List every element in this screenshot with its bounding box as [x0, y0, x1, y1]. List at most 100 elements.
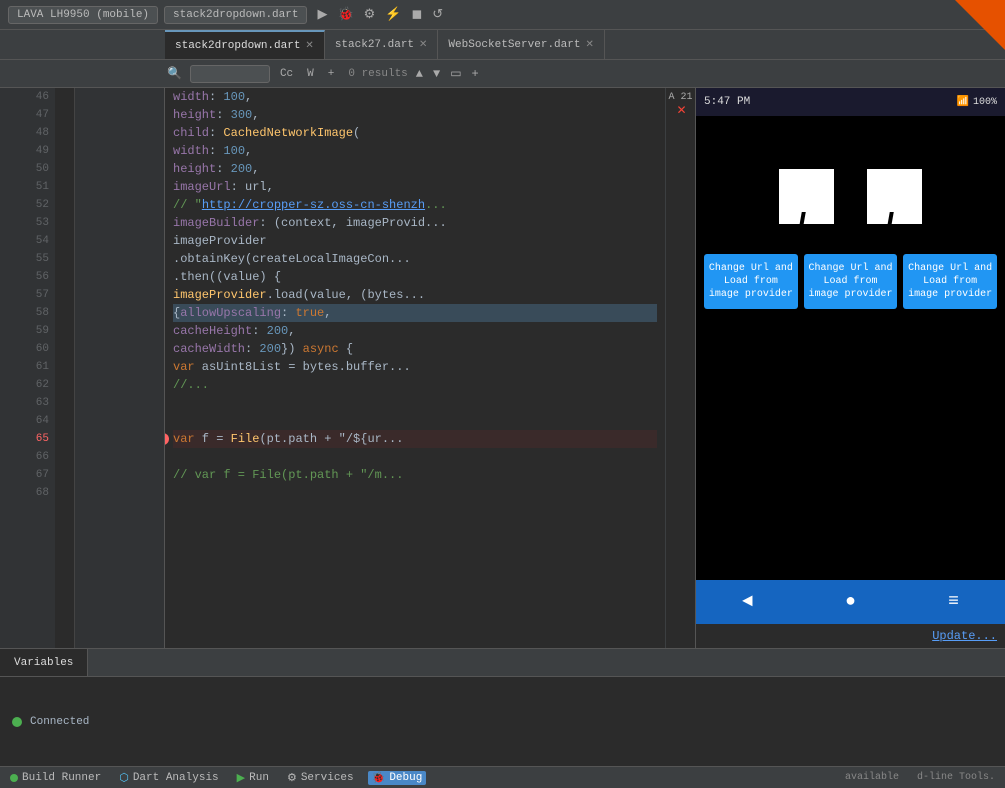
bottom-panel: Variables Connected — [0, 648, 1005, 766]
code-line-59: cacheHeight: 200, — [173, 322, 657, 340]
bottom-tab-bar: Variables — [0, 649, 1005, 677]
code-line-51: imageUrl: url, — [173, 178, 657, 196]
more-icon[interactable]: + — [470, 65, 481, 83]
line-num-55: 55 — [20, 250, 49, 268]
line-num-48: 48 — [20, 124, 49, 142]
lightning-icon[interactable]: ⚡ — [383, 5, 403, 24]
line-num-63: 63 — [20, 394, 49, 412]
code-line-56: .then((value) { — [173, 268, 657, 286]
nav-home-button[interactable]: ● — [829, 586, 872, 618]
status-run[interactable]: ▶ Run — [233, 771, 273, 785]
code-line-58: {allowUpscaling: true, — [173, 304, 657, 322]
line-num-66: 66 — [20, 448, 49, 466]
update-bar: Update... — [696, 624, 1005, 648]
phone-status-bar: 5:47 PM 📶 100% — [696, 88, 1005, 116]
line-num-65: 65 — [20, 430, 49, 448]
refresh-icon[interactable]: ↺ — [430, 5, 445, 24]
tab-close-stack2dropdown[interactable]: ✕ — [305, 40, 313, 52]
phone-image-row — [696, 146, 1005, 246]
search-results: 0 results — [348, 68, 407, 80]
status-debug-label: Debug — [389, 772, 422, 784]
status-build-runner-label: Build Runner — [22, 772, 101, 784]
word-icon[interactable]: W — [303, 66, 318, 82]
phone-screen: Change Url and Load from image provider … — [696, 116, 1005, 580]
corner-badge — [955, 0, 1005, 50]
toolbar-icons: ▶ 🐞 ⚙ ⚡ ◼ ↺ — [315, 5, 445, 24]
update-link[interactable]: Update... — [932, 629, 997, 643]
status-services[interactable]: ⚙ Services — [283, 771, 358, 785]
phone-image-1 — [767, 156, 847, 236]
bottom-content: Connected — [0, 677, 1005, 766]
main-area: 46 47 48 49 50 51 52 53 54 55 56 57 58 5… — [0, 88, 1005, 648]
code-line-67: // var f = File(pt.path + "/m... — [173, 466, 657, 484]
code-line-49: width: 100, — [173, 142, 657, 160]
file-tab-top[interactable]: stack2dropdown.dart — [164, 6, 307, 24]
tab-label-stack27: stack27.dart — [335, 39, 414, 51]
status-services-label: Services — [301, 772, 354, 784]
phone-wifi-icon: 📶 — [957, 96, 969, 108]
code-line-60: cacheWidth: 200}) async { — [173, 340, 657, 358]
line-num-54: 54 — [20, 232, 49, 250]
stop-icon[interactable]: ◼ — [409, 5, 424, 24]
status-build-runner[interactable]: Build Runner — [6, 772, 105, 784]
code-line-64 — [173, 412, 657, 430]
status-dart-analysis[interactable]: ⬡ Dart Analysis — [115, 771, 222, 785]
code-line-65: var f = File(pt.path + "/${ur... — [173, 430, 657, 448]
tab-close-websocket[interactable]: ✕ — [585, 39, 593, 51]
white-square-2 — [867, 169, 922, 224]
tab-close-stack27[interactable]: ✕ — [419, 39, 427, 51]
tab-websocket[interactable]: WebSocketServer.dart ✕ — [438, 30, 604, 59]
tab-stack27[interactable]: stack27.dart ✕ — [325, 30, 439, 59]
code-line-66 — [173, 448, 657, 466]
code-line-61: var asUint8List = bytes.buffer... — [173, 358, 657, 376]
line-num-67: 67 — [20, 466, 49, 484]
tab-label-stack2dropdown: stack2dropdown.dart — [175, 40, 300, 52]
status-bar: Build Runner ⬡ Dart Analysis ▶ Run ⚙ Ser… — [0, 766, 1005, 788]
replace-icon[interactable]: Cc — [276, 66, 297, 82]
code-line-68 — [173, 484, 657, 502]
code-line-47: height: 300, — [173, 106, 657, 124]
extra-icon[interactable]: + — [324, 66, 339, 82]
prev-result-icon[interactable]: ▲ — [414, 65, 425, 83]
status-dart-analysis-label: Dart Analysis — [133, 772, 219, 784]
code-line-57: imageProvider.load(value, (bytes... — [173, 286, 657, 304]
line-num-53: 53 — [20, 214, 49, 232]
tab-label-websocket: WebSocketServer.dart — [448, 39, 580, 51]
line-num-60: 60 — [20, 340, 49, 358]
phone-action-buttons: Change Url and Load from image provider … — [696, 246, 1005, 317]
line-num-61: 61 — [20, 358, 49, 376]
tab-bar: stack2dropdown.dart ✕ stack27.dart ✕ Web… — [0, 30, 1005, 60]
phone-panel: 5:47 PM 📶 100% — [695, 88, 1005, 648]
code-line-48: child: CachedNetworkImage( — [173, 124, 657, 142]
search-input[interactable] — [190, 65, 270, 83]
phone-battery: 100% — [973, 97, 997, 108]
find-icon[interactable]: 🔍 — [165, 64, 184, 83]
phone-image-2 — [855, 156, 935, 236]
next-result-icon[interactable]: ▼ — [431, 65, 442, 83]
nav-back-button[interactable]: ◄ — [726, 586, 769, 618]
code-line-62: //... — [173, 376, 657, 394]
status-debug[interactable]: 🐞 Debug — [368, 771, 427, 785]
code-panel: 46 47 48 49 50 51 52 53 54 55 56 57 58 5… — [0, 88, 695, 648]
dart-icon: ⬡ — [119, 771, 129, 785]
run-icon[interactable]: ▶ — [315, 5, 329, 24]
close-search-icon[interactable]: ▭ — [448, 64, 463, 83]
image-container-1 — [772, 156, 842, 236]
tab-stack2dropdown[interactable]: stack2dropdown.dart ✕ — [165, 30, 325, 59]
change-url-button-1[interactable]: Change Url and Load from image provider — [704, 254, 798, 309]
device-selector[interactable]: LAVA LH9950 (mobile) — [8, 6, 158, 24]
code-editor[interactable]: width: 100, height: 300, child: CachedNe… — [165, 88, 665, 648]
nav-menu-button[interactable]: ≡ — [932, 586, 975, 618]
change-url-button-2[interactable]: Change Url and Load from image provider — [804, 254, 898, 309]
line-num-49: 49 — [20, 142, 49, 160]
tab-variables[interactable]: Variables — [0, 649, 88, 676]
debug-icon[interactable]: 🐞 — [335, 5, 355, 24]
line-num-56: 56 — [20, 268, 49, 286]
change-url-button-3[interactable]: Change Url and Load from image provider — [903, 254, 997, 309]
line-num-62: 62 — [20, 376, 49, 394]
settings-icon[interactable]: ⚙ — [362, 5, 378, 24]
code-line-54: imageProvider — [173, 232, 657, 250]
code-line-53: imageBuilder: (context, imageProvid... — [173, 214, 657, 232]
build-runner-dot — [10, 774, 18, 782]
status-line-tools: d-line Tools. — [913, 772, 999, 783]
